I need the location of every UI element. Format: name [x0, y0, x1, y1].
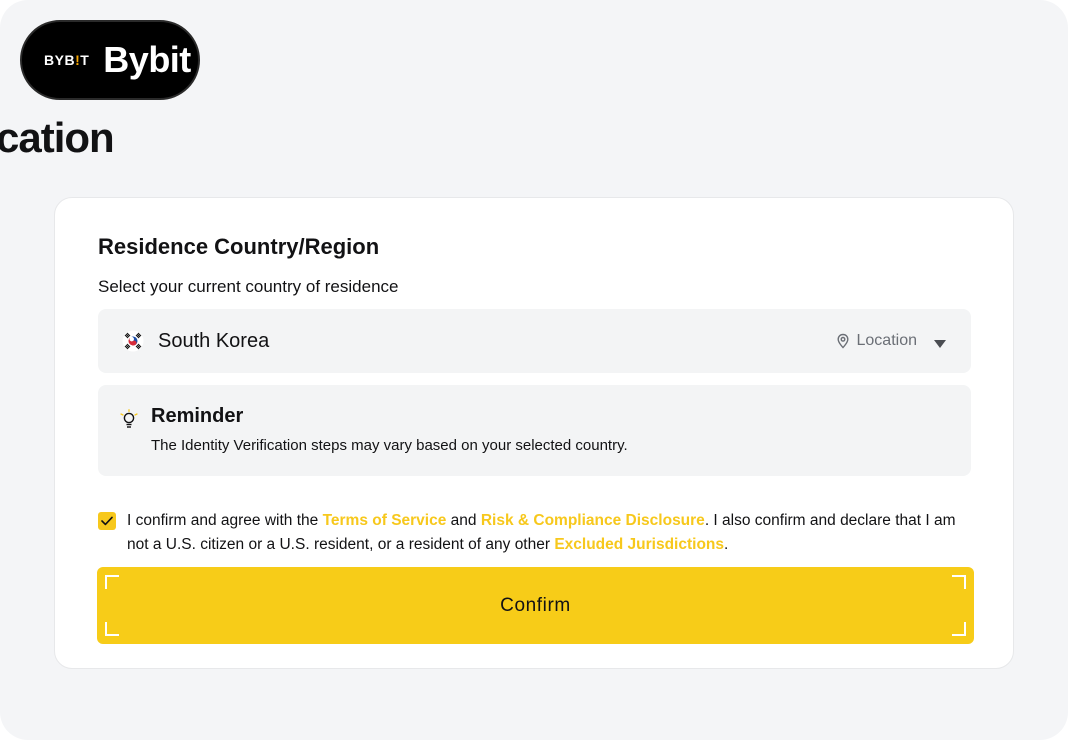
- brand-name: Bybit: [103, 39, 191, 80]
- bybit-wordmark: BYB!T: [44, 52, 90, 68]
- bybit-logo: BYB!T Bybit: [20, 20, 200, 100]
- focus-corner: [105, 622, 119, 636]
- south-korea-flag-icon: [122, 330, 144, 352]
- location-pin-icon: [835, 333, 851, 349]
- focus-corner: [105, 575, 119, 589]
- location-tag[interactable]: Location: [835, 332, 948, 350]
- selected-country: South Korea: [158, 329, 270, 352]
- section-subtitle: Select your current country of residence: [98, 277, 399, 296]
- confirm-label: Confirm: [500, 594, 571, 616]
- risk-disclosure-link[interactable]: Risk & Compliance Disclosure: [481, 512, 705, 529]
- terms-of-service-link[interactable]: Terms of Service: [323, 512, 447, 529]
- country-select[interactable]: South Korea Location: [98, 309, 971, 373]
- location-label: Location: [856, 332, 918, 349]
- reminder-text: The Identity Verification steps may vary…: [151, 437, 628, 454]
- lightbulb-icon: [120, 409, 138, 431]
- agreement-text: I confirm and agree with the Terms of Se…: [127, 512, 956, 553]
- focus-corner: [952, 575, 966, 589]
- excluded-jurisdictions-link[interactable]: Excluded Jurisdictions: [554, 536, 724, 553]
- focus-corner: [952, 622, 966, 636]
- screen: BYB!T Bybit cation Residence Country/Reg…: [0, 0, 1068, 740]
- agreement-checkbox[interactable]: [98, 512, 116, 530]
- chevron-down-icon: [933, 336, 947, 348]
- residence-card: Residence Country/Region Select your cur…: [54, 197, 1014, 669]
- checkmark-icon: [101, 516, 113, 526]
- confirm-button[interactable]: Confirm: [97, 567, 974, 644]
- reminder-title: Reminder: [151, 405, 244, 427]
- reminder-box: Reminder The Identity Verification steps…: [98, 385, 971, 476]
- section-title: Residence Country/Region: [98, 234, 380, 259]
- page-title: cation: [0, 114, 115, 161]
